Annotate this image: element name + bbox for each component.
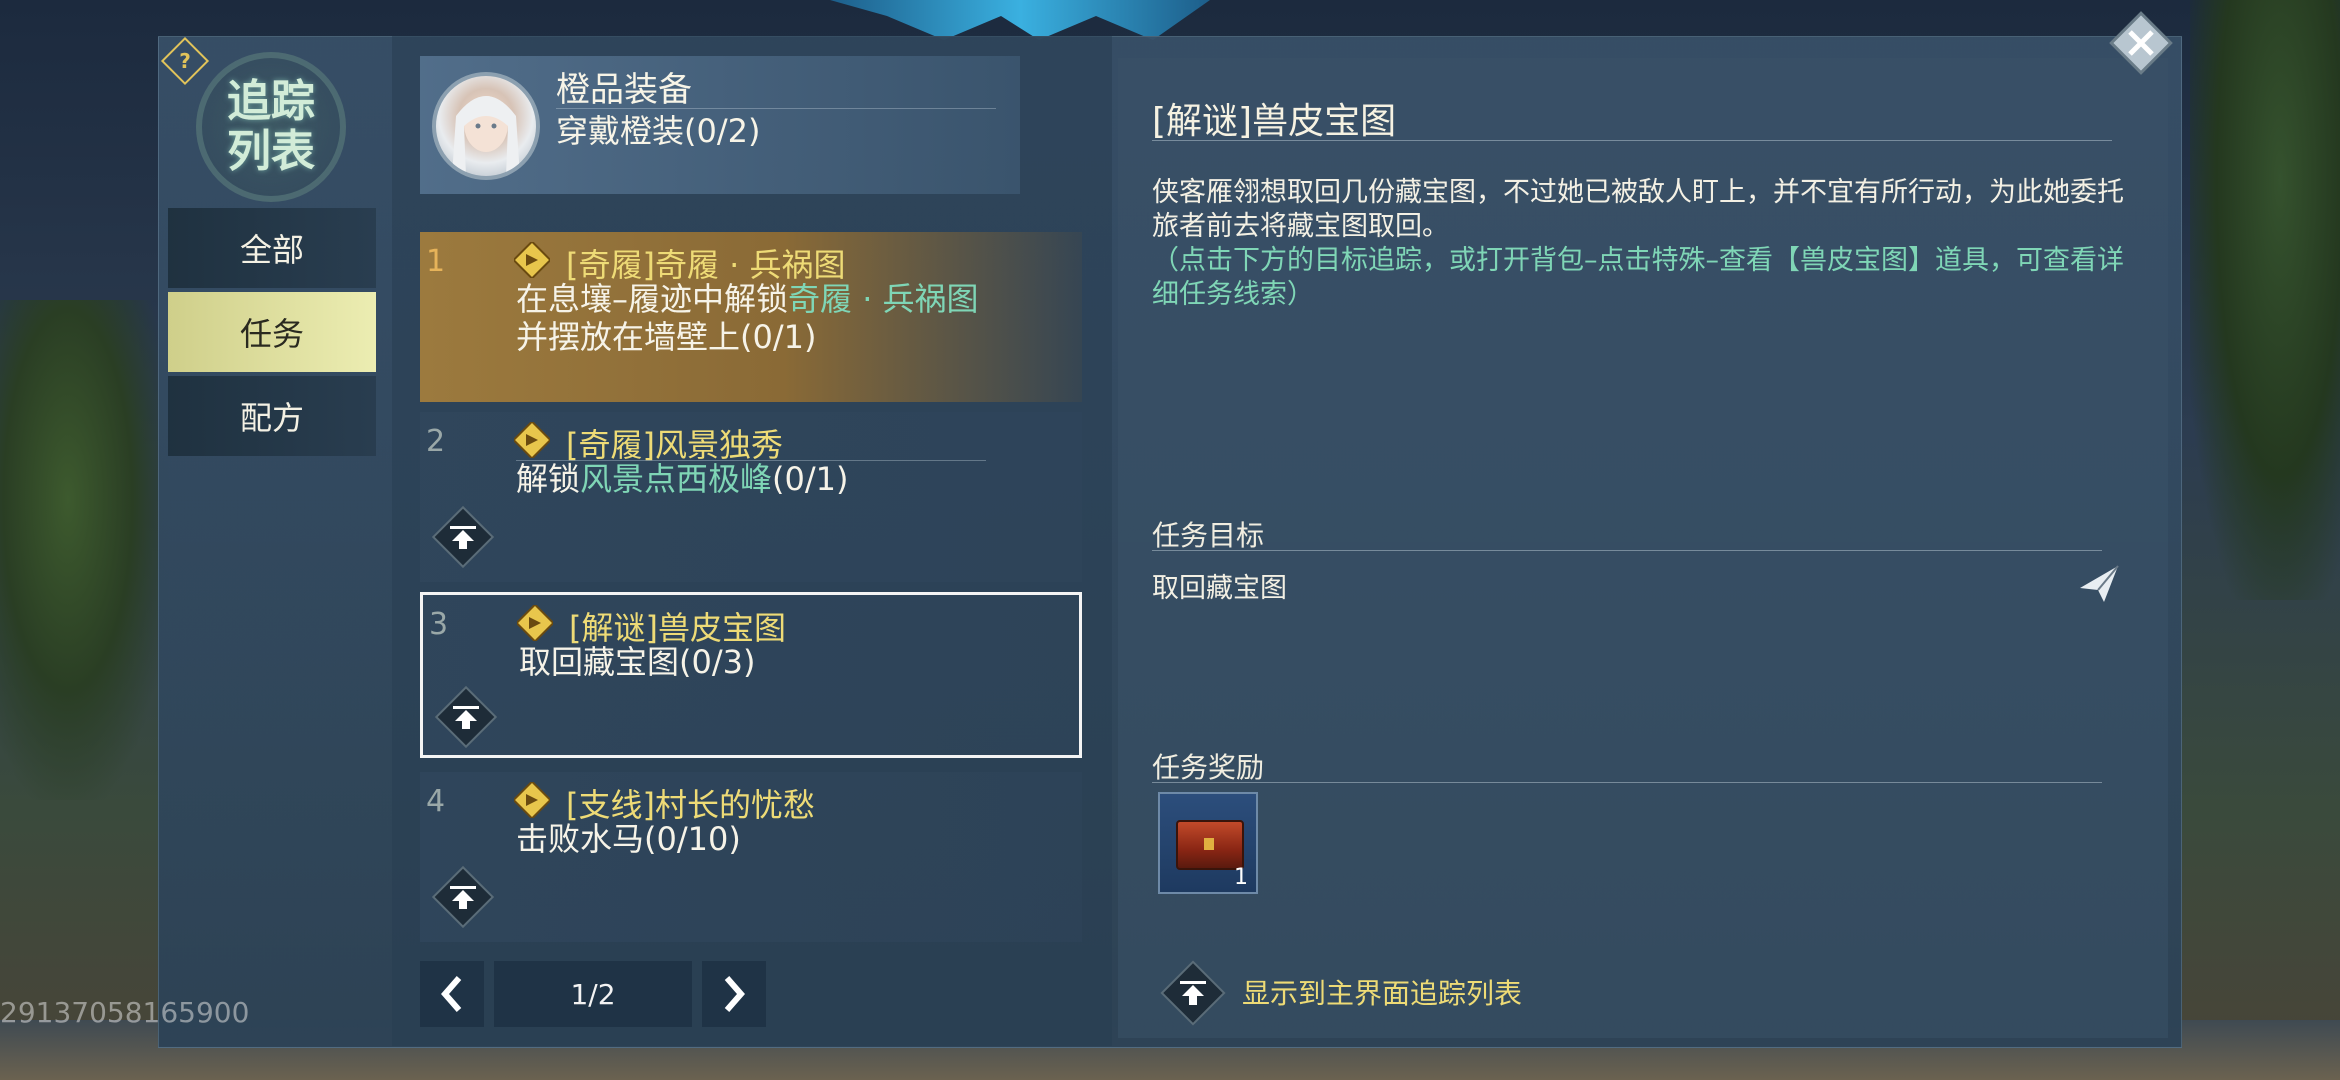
quest-marker-icon bbox=[514, 422, 550, 458]
player-id: 29137058165900 bbox=[0, 996, 250, 1029]
quest-link[interactable]: 风景点西极峰 bbox=[580, 460, 772, 498]
background-tree-left bbox=[0, 300, 170, 800]
quest-marker-icon bbox=[514, 242, 550, 278]
detail-hint: （点击下方的目标追踪，或打开背包–点击特殊–查看【兽皮宝图】道具，可查看详细任务… bbox=[1152, 245, 2124, 310]
pin-to-top-icon[interactable] bbox=[430, 864, 496, 930]
emblem-title-line1: 追踪 bbox=[227, 76, 315, 127]
detail-title-divider bbox=[1152, 140, 2112, 141]
detail-description: 侠客雁翎想取回几份藏宝图，不过她已被敌人盯上，并不宜有所行动，为此她委托旅者前去… bbox=[1152, 177, 2124, 242]
character-avatar bbox=[432, 72, 540, 180]
emblem-title-line2: 列表 bbox=[227, 126, 315, 177]
quest-item-1[interactable]: 1 [奇履]奇履 · 兵祸图 在息壤–履迹中解锁奇履 · 兵祸图 并摆放在墙壁上… bbox=[420, 232, 1082, 402]
goal-header: 任务目标 bbox=[1152, 519, 1265, 552]
prev-page-button[interactable] bbox=[420, 961, 484, 1027]
send-icon[interactable] bbox=[2076, 562, 2122, 606]
background-tree-right bbox=[2190, 0, 2340, 600]
close-icon[interactable] bbox=[2106, 8, 2176, 78]
goal-text: 取回藏宝图 bbox=[1152, 573, 1287, 604]
quest-description: 击败水马(0/10) bbox=[516, 820, 741, 858]
detail-title: [解谜]兽皮宝图 bbox=[1152, 101, 1397, 142]
quest-item-2[interactable]: 2 [奇履]风景独秀 解锁风景点西极峰(0/1) bbox=[420, 412, 1082, 582]
quest-description: 在息壤–履迹中解锁奇履 · 兵祸图 并摆放在墙壁上(0/1) bbox=[516, 280, 979, 356]
goal-divider bbox=[1152, 550, 2102, 551]
quest-number: 1 bbox=[426, 244, 446, 279]
show-on-main-tracker-button[interactable] bbox=[1158, 958, 1228, 1028]
quest-marker-icon bbox=[514, 782, 550, 818]
arrow-right-icon bbox=[724, 976, 745, 1012]
tab-quests[interactable]: 任务 bbox=[168, 292, 376, 372]
header-card-title: 橙品装备 bbox=[556, 70, 692, 110]
tracking-list-emblem: 追踪 列表 bbox=[196, 52, 346, 202]
header-card-subtitle: 穿戴橙装(0/2) bbox=[556, 112, 761, 150]
background-crystal bbox=[830, 0, 1210, 40]
quest-description: 取回藏宝图(0/3) bbox=[519, 643, 756, 681]
quest-number: 3 bbox=[429, 607, 449, 642]
quest-number: 4 bbox=[426, 784, 446, 819]
quest-link[interactable]: 奇履 · 兵祸图 bbox=[788, 280, 979, 318]
reward-count: 1 bbox=[1234, 865, 1248, 890]
quest-item-3[interactable]: 3 [解谜]兽皮宝图 取回藏宝图(0/3) bbox=[420, 592, 1082, 758]
reward-divider bbox=[1152, 782, 2102, 783]
show-on-main-tracker-label[interactable]: 显示到主界面追踪列表 bbox=[1242, 972, 1522, 1012]
tab-recipes[interactable]: 配方 bbox=[168, 376, 376, 456]
treasure-chest-icon bbox=[1176, 820, 1244, 870]
pin-to-top-icon[interactable] bbox=[430, 504, 496, 570]
reward-header: 任务奖励 bbox=[1152, 751, 1265, 784]
page-indicator: 1/2 bbox=[494, 961, 692, 1027]
quest-number: 2 bbox=[426, 424, 446, 459]
quest-marker-icon bbox=[517, 605, 553, 641]
next-page-button[interactable] bbox=[702, 961, 766, 1027]
tab-all[interactable]: 全部 bbox=[168, 208, 376, 288]
pin-to-top-icon[interactable] bbox=[433, 684, 499, 750]
quest-item-4[interactable]: 4 [支线]村长的忧愁 击败水马(0/10) bbox=[420, 772, 1082, 942]
reward-item[interactable]: 1 bbox=[1158, 792, 1258, 894]
quest-description: 解锁风景点西极峰(0/1) bbox=[516, 460, 849, 498]
arrow-left-icon bbox=[441, 976, 462, 1012]
